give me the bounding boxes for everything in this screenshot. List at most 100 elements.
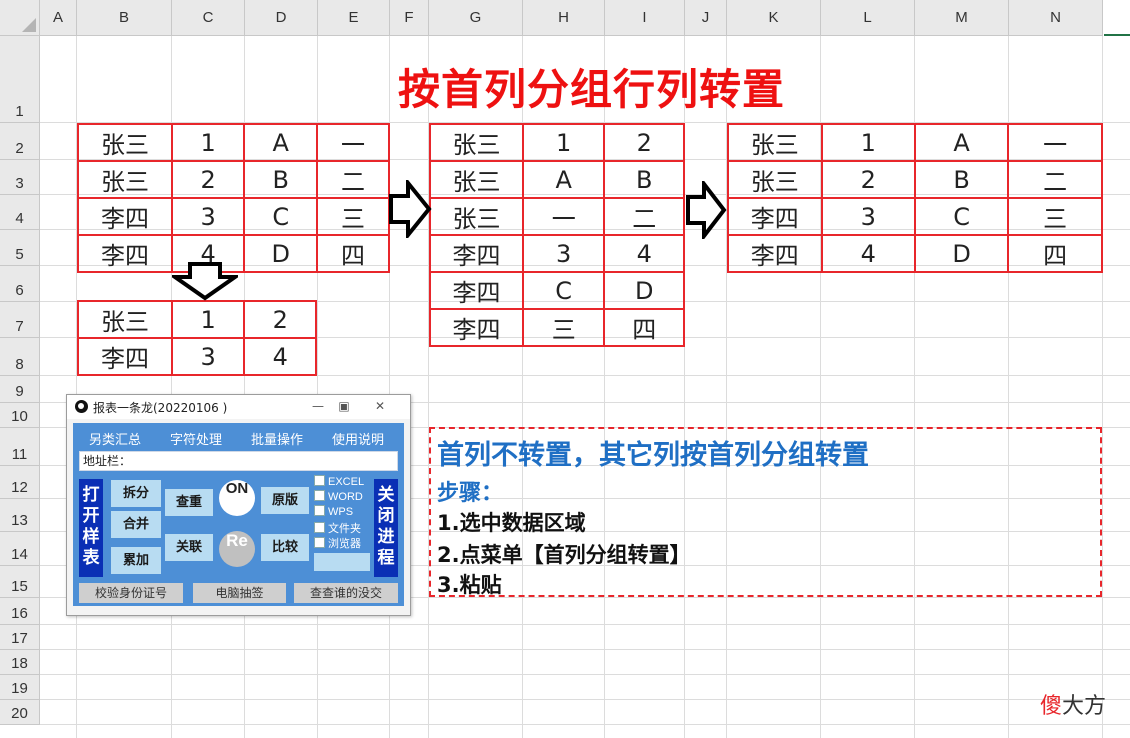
table-cell[interactable]: B [243, 160, 319, 199]
column-header-m[interactable]: M [915, 0, 1009, 36]
table-cell[interactable]: A [243, 123, 319, 162]
check-duplicate-button[interactable]: 查重 [165, 489, 213, 516]
row-header-5[interactable]: 5 [0, 230, 40, 266]
row-header-14[interactable]: 14 [0, 532, 40, 566]
column-header-g[interactable]: G [429, 0, 523, 36]
table-cell[interactable]: C [243, 197, 319, 236]
menu-item-batch[interactable]: 批量操作 [251, 429, 303, 448]
row-header-9[interactable]: 9 [0, 376, 40, 403]
table-cell[interactable]: D [913, 234, 1010, 273]
row-header-20[interactable]: 20 [0, 700, 40, 725]
row-header-6[interactable]: 6 [0, 266, 40, 302]
column-header-k[interactable]: K [727, 0, 821, 36]
table-cell[interactable]: 李四 [429, 234, 524, 273]
row-header-15[interactable]: 15 [0, 566, 40, 598]
table-cell[interactable]: 张三 [77, 300, 173, 339]
verify-id-button[interactable]: 校验身份证号 [79, 583, 183, 603]
table-cell[interactable]: 2 [170, 160, 246, 199]
table-cell[interactable]: 一 [316, 123, 390, 162]
column-header-n[interactable]: N [1009, 0, 1103, 36]
table-cell[interactable]: 二 [603, 197, 685, 236]
table-cell[interactable]: 张三 [727, 123, 823, 162]
table-cell[interactable]: 1 [170, 123, 246, 162]
column-header-f[interactable]: F [390, 0, 429, 36]
table-cell[interactable]: 张三 [77, 160, 173, 199]
table-cell[interactable]: C [521, 271, 606, 310]
table-cell[interactable]: D [243, 234, 319, 273]
table-cell[interactable]: D [603, 271, 685, 310]
menu-item-string[interactable]: 字符处理 [170, 429, 222, 448]
draw-lots-button[interactable]: 电脑抽签 [193, 583, 286, 603]
browser-checkbox[interactable]: 浏览器 [314, 535, 361, 551]
minimize-icon[interactable]: — [307, 398, 329, 414]
row-header-4[interactable]: 4 [0, 195, 40, 230]
table-cell[interactable]: C [913, 197, 1010, 236]
table-cell[interactable]: 李四 [429, 308, 524, 347]
restore-icon[interactable]: ▣ [333, 398, 355, 414]
table-cell[interactable]: A [521, 160, 606, 199]
table-cell[interactable]: 1 [170, 300, 246, 339]
table-cell[interactable]: 四 [1007, 234, 1103, 273]
table-cell[interactable]: 2 [603, 123, 685, 162]
re-button[interactable]: Re [219, 531, 255, 567]
column-header-l[interactable]: L [821, 0, 915, 36]
column-header-d[interactable]: D [245, 0, 318, 36]
row-header-8[interactable]: 8 [0, 338, 40, 376]
table-cell[interactable]: 1 [521, 123, 606, 162]
table-cell[interactable]: 李四 [77, 234, 173, 273]
row-header-3[interactable]: 3 [0, 160, 40, 195]
table-cell[interactable]: 李四 [77, 337, 173, 376]
table-cell[interactable]: 4 [243, 337, 317, 376]
row-header-17[interactable]: 17 [0, 625, 40, 650]
table-cell[interactable]: 三 [316, 197, 390, 236]
table-cell[interactable]: 张三 [429, 160, 524, 199]
table-cell[interactable]: 四 [603, 308, 685, 347]
row-header-16[interactable]: 16 [0, 598, 40, 625]
table-cell[interactable]: 李四 [727, 197, 823, 236]
table-cell[interactable]: 张三 [429, 197, 524, 236]
close-icon[interactable]: ✕ [369, 398, 391, 414]
table-cell[interactable]: 2 [243, 300, 317, 339]
row-header-13[interactable]: 13 [0, 499, 40, 532]
table-cell[interactable]: 张三 [77, 123, 173, 162]
compare-button[interactable]: 比较 [261, 534, 309, 561]
menu-item-summary[interactable]: 另类汇总 [89, 429, 141, 448]
menu-item-help[interactable]: 使用说明 [332, 429, 384, 448]
open-sample-button[interactable]: 打开样表 [79, 479, 103, 577]
table-cell[interactable]: 3 [170, 337, 246, 376]
table-cell[interactable]: 3 [820, 197, 916, 236]
table-cell[interactable]: B [913, 160, 1010, 199]
column-header-a[interactable]: A [40, 0, 77, 36]
table-cell[interactable]: 四 [316, 234, 390, 273]
row-header-1[interactable]: 1 [0, 36, 40, 123]
table-cell[interactable]: 2 [820, 160, 916, 199]
table-cell[interactable]: 三 [521, 308, 606, 347]
merge-button[interactable]: 合并 [111, 511, 161, 538]
table-cell[interactable]: 3 [170, 197, 246, 236]
word-checkbox[interactable]: WORD [314, 490, 363, 503]
close-process-button[interactable]: 关闭进程 [374, 479, 398, 577]
column-header-c[interactable]: C [172, 0, 245, 36]
table-cell[interactable]: A [913, 123, 1010, 162]
row-header-10[interactable]: 10 [0, 403, 40, 428]
table-cell[interactable]: 二 [316, 160, 390, 199]
table-cell[interactable]: 4 [603, 234, 685, 273]
row-header-7[interactable]: 7 [0, 302, 40, 338]
table-cell[interactable]: 4 [820, 234, 916, 273]
row-header-11[interactable]: 11 [0, 428, 40, 466]
table-cell[interactable]: 张三 [429, 123, 524, 162]
table-cell[interactable]: 一 [521, 197, 606, 236]
excel-checkbox[interactable]: EXCEL [314, 475, 364, 488]
on-button[interactable]: ON [219, 480, 255, 516]
column-header-j[interactable]: J [685, 0, 727, 36]
column-header-i[interactable]: I [605, 0, 685, 36]
address-field[interactable]: 地址栏： [79, 451, 398, 471]
check-missing-button[interactable]: 查查谁的没交 [294, 583, 398, 603]
accumulate-button[interactable]: 累加 [111, 547, 161, 574]
blank-button[interactable] [314, 553, 370, 571]
wps-checkbox[interactable]: WPS [314, 505, 353, 518]
row-header-19[interactable]: 19 [0, 675, 40, 700]
table-cell[interactable]: 一 [1007, 123, 1103, 162]
table-cell[interactable]: B [603, 160, 685, 199]
folder-checkbox[interactable]: 文件夹 [314, 520, 361, 536]
